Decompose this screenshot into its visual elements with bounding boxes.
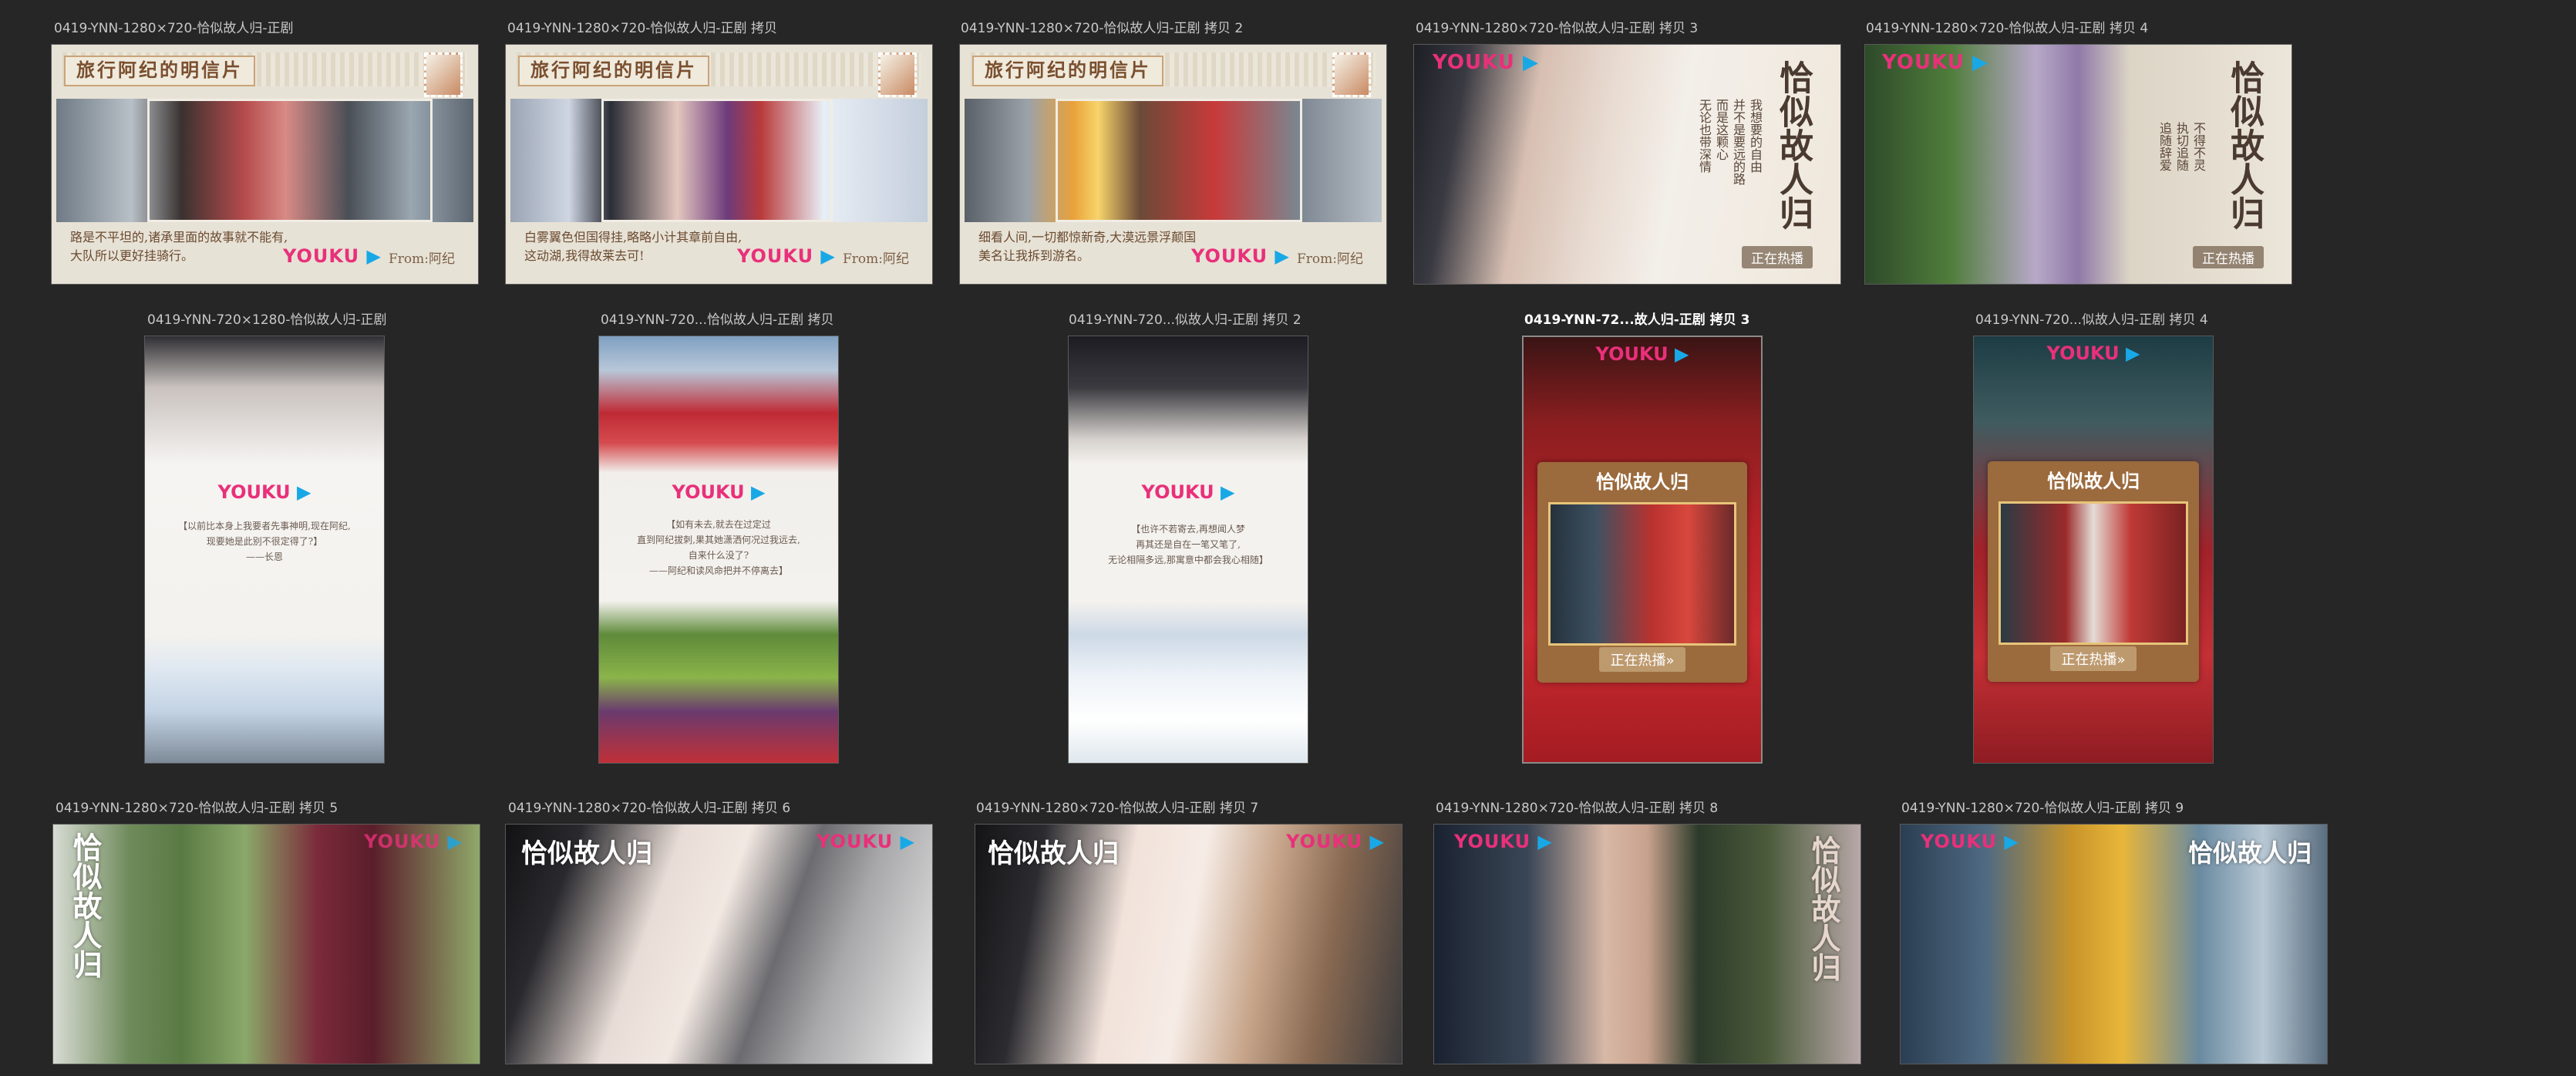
youku-logo: YOUKU ▶ xyxy=(737,245,836,267)
show-title: 恰似故人归 xyxy=(988,838,1119,869)
youku-logo: YOUKU ▶ xyxy=(1433,51,1539,74)
file-label[interactable]: 0419-YNN-720...似故人归-正剧 拷贝 4 xyxy=(1975,312,2208,328)
postcard-from: From:阿纪 xyxy=(842,251,909,267)
file-label[interactable]: 0419-YNN-1280×720-恰似故人归-正剧 拷贝 2 xyxy=(961,21,1243,36)
youku-logo: YOUKU ▶ xyxy=(1286,831,1385,852)
show-title: 恰似故人归 xyxy=(2047,470,2140,492)
postcard-photo-frame xyxy=(147,99,433,222)
thumbnail-still[interactable]: YOUKU ▶ 恰似故人归 xyxy=(1433,824,1861,1064)
file-label[interactable]: 0419-YNN-1280×720-恰似故人归-正剧 拷贝 5 xyxy=(56,801,338,816)
file-label[interactable]: 0419-YNN-1280×720-恰似故人归-正剧 拷贝 4 xyxy=(1866,21,2148,36)
postcard-title: 旅行阿纪的明信片 xyxy=(972,56,1163,86)
youku-logo: YOUKU ▶ xyxy=(1882,51,1988,74)
stamp-icon xyxy=(878,52,917,97)
thumbnail-tall[interactable]: YOUKU ▶ 【也许不若寄去,再想闻人梦 再其还是自在一笔又笔了, 无论相隔多… xyxy=(1068,336,1308,764)
youku-logo: YOUKU ▶ xyxy=(1191,245,1290,267)
thumbnail-still[interactable]: 恰似故人归 YOUKU ▶ xyxy=(505,824,933,1064)
file-label[interactable]: 0419-YNN-1280×720-恰似故人归-正剧 拷贝 3 xyxy=(1416,21,1698,36)
now-playing-button: 正在热播» xyxy=(1537,647,1747,672)
thumbnail-framed[interactable]: YOUKU ▶ 恰似故人归 正在热播» xyxy=(1522,336,1763,764)
youku-logo: YOUKU ▶ xyxy=(1454,831,1553,852)
file-label[interactable]: 0419-YNN-1280×720-恰似故人归-正剧 拷贝 7 xyxy=(976,801,1258,816)
show-title: 恰似故人归 xyxy=(68,832,103,979)
postcard-from: From:阿纪 xyxy=(1296,251,1363,267)
file-label[interactable]: 0419-YNN-720×1280-恰似故人归-正剧 xyxy=(147,312,387,328)
thumbnail-framed[interactable]: YOUKU ▶ 恰似故人归 正在热播» xyxy=(1973,336,2214,764)
show-title: 恰似故人归 xyxy=(1596,471,1689,493)
file-label-selected[interactable]: 0419-YNN-72...故人归-正剧 拷贝 3 xyxy=(1524,312,1749,328)
file-label[interactable]: 0419-YNN-1280×720-恰似故人归-正剧 拷贝 9 xyxy=(1901,801,2184,816)
thumbnail-postcard[interactable]: 旅行阿纪的明信片 细看人间,一切都惊新奇,大漠远景浮颠国 美名让我拆到游名。 Y… xyxy=(959,44,1387,285)
quote-text: 【如有未去,就去在过定过 直到阿纪拔刺,果其她潇洒何况过我远去, 自来什么没了?… xyxy=(637,519,800,576)
youku-logo: YOUKU ▶ xyxy=(283,245,382,267)
now-playing-badge: 正在热播 xyxy=(1742,246,1813,268)
now-playing-badge: 正在热播 xyxy=(2193,246,2264,268)
stamp-icon xyxy=(1332,52,1371,97)
framed-photo xyxy=(1548,502,1736,646)
now-playing-button: 正在热播» xyxy=(1988,646,2199,671)
postcard-from: From:阿纪 xyxy=(388,251,455,267)
youku-logo: YOUKU ▶ xyxy=(1141,481,1235,503)
file-label[interactable]: 0419-YNN-720...恰似故人归-正剧 拷贝 xyxy=(601,312,834,328)
stamp-icon xyxy=(424,52,463,97)
youku-logo: YOUKU ▶ xyxy=(217,481,311,503)
thumbnail-postcard[interactable]: 旅行阿纪的明信片 路是不平坦的,诸承里面的故事就不能有, 大队所以更好挂骑行。 … xyxy=(51,44,479,285)
file-label[interactable]: 0419-YNN-1280×720-恰似故人归-正剧 xyxy=(54,21,294,36)
poem-text: 我想要的自由 并不是要远的路 而是这颗心 无论也带深情 xyxy=(1697,99,1763,185)
thumbnail-postcard[interactable]: 旅行阿纪的明信片 白雾翼色但国得挂,略略小计其章前自由, 这动湖,我得故莱去可!… xyxy=(505,44,933,285)
file-label[interactable]: 0419-YNN-1280×720-恰似故人归-正剧 拷贝 6 xyxy=(508,801,790,816)
framed-panel: 恰似故人归 正在热播» xyxy=(1537,462,1747,683)
file-label[interactable]: 0419-YNN-720...似故人归-正剧 拷贝 2 xyxy=(1069,312,1301,328)
show-title: 恰似故人归 xyxy=(521,838,652,869)
quote-text: 【以前比本身上我要者先事神明,现在阿纪, 现要她是此别不很定得了?】 ——长恩 xyxy=(178,521,351,562)
show-title: 恰似故人归 xyxy=(1807,835,1841,982)
file-label[interactable]: 0419-YNN-1280×720-恰似故人归-正剧 拷贝 xyxy=(507,21,777,36)
show-title: 恰似故人归 xyxy=(2224,60,2264,230)
show-title: 恰似故人归 xyxy=(1773,60,1813,230)
file-label[interactable]: 0419-YNN-1280×720-恰似故人归-正剧 拷贝 8 xyxy=(1436,801,1718,816)
file-browser-grid: 0419-YNN-1280×720-恰似故人归-正剧 旅行阿纪的明信片 路是不平… xyxy=(0,0,2576,1076)
framed-panel: 恰似故人归 正在热播» xyxy=(1988,461,2199,682)
thumbnail-promo[interactable]: YOUKU ▶ 我想要的自由 并不是要远的路 而是这颗心 无论也带深情 恰似故人归 正… xyxy=(1413,44,1841,285)
youku-logo: YOUKU ▶ xyxy=(672,481,766,503)
thumbnail-promo[interactable]: YOUKU ▶ 不得不灵 执切追随 追随辞爱 恰似故人归 正在热播 xyxy=(1864,44,2292,285)
thumbnail-still[interactable]: 恰似故人归 YOUKU ▶ xyxy=(52,824,480,1064)
thumbnail-still[interactable]: YOUKU ▶ 恰似故人归 xyxy=(1900,824,2328,1064)
youku-logo: YOUKU ▶ xyxy=(817,831,915,852)
thumbnail-tall[interactable]: YOUKU ▶ 【如有未去,就去在过定过 直到阿纪拔刺,果其她潇洒何况过我远去,… xyxy=(598,336,839,764)
youku-logo: YOUKU ▶ xyxy=(2046,342,2140,364)
postcard-title: 旅行阿纪的明信片 xyxy=(64,56,255,86)
postcard-photo-frame xyxy=(1056,99,1302,222)
show-title: 恰似故人归 xyxy=(2187,838,2312,868)
thumbnail-tall[interactable]: YOUKU ▶ 【以前比本身上我要者先事神明,现在阿纪, 现要她是此别不很定得了… xyxy=(144,336,385,764)
youku-logo: YOUKU ▶ xyxy=(1595,343,1689,365)
youku-logo: YOUKU ▶ xyxy=(1921,831,2019,852)
thumbnail-still[interactable]: 恰似故人归 YOUKU ▶ xyxy=(975,824,1402,1064)
youku-logo: YOUKU ▶ xyxy=(364,831,463,852)
postcard-photo-frame xyxy=(601,99,833,222)
quote-text: 【也许不若寄去,再想闻人梦 再其还是自在一笔又笔了, 无论相隔多远,那寓意中都会… xyxy=(1108,524,1268,565)
framed-photo xyxy=(1999,501,2188,645)
postcard-title: 旅行阿纪的明信片 xyxy=(518,56,709,86)
